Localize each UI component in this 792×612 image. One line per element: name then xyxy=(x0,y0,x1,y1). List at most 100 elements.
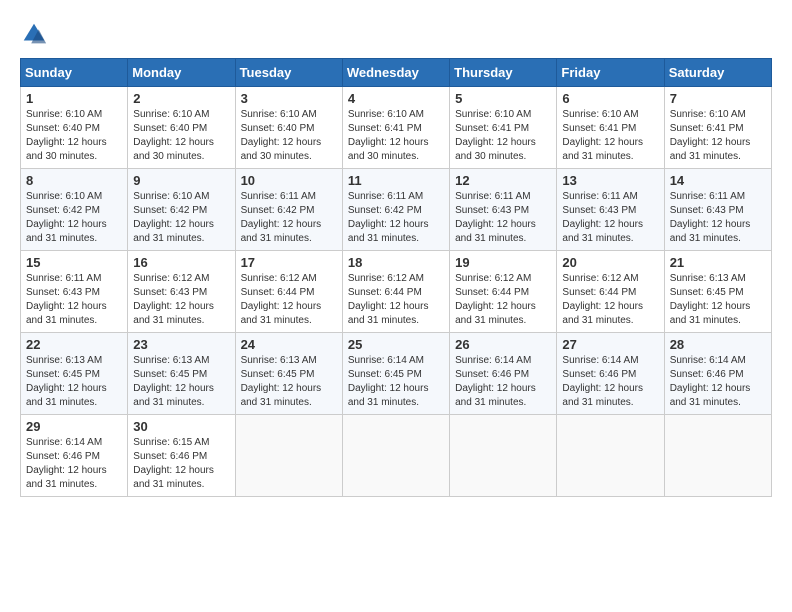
day-number: 8 xyxy=(26,173,122,188)
day-info: Sunrise: 6:14 AM Sunset: 6:46 PM Dayligh… xyxy=(26,436,122,492)
day-number: 24 xyxy=(241,337,337,352)
day-number: 5 xyxy=(455,91,551,106)
day-number: 1 xyxy=(26,91,122,106)
calendar-cell: 16 Sunrise: 6:12 AM Sunset: 6:43 PM Dayl… xyxy=(128,251,235,333)
calendar-cell xyxy=(557,415,664,497)
day-info: Sunrise: 6:12 AM Sunset: 6:44 PM Dayligh… xyxy=(348,272,444,328)
day-number: 17 xyxy=(241,255,337,270)
day-info: Sunrise: 6:12 AM Sunset: 6:44 PM Dayligh… xyxy=(455,272,551,328)
calendar-cell: 7 Sunrise: 6:10 AM Sunset: 6:41 PM Dayli… xyxy=(664,87,771,169)
day-number: 25 xyxy=(348,337,444,352)
calendar-cell: 24 Sunrise: 6:13 AM Sunset: 6:45 PM Dayl… xyxy=(235,333,342,415)
calendar-cell: 22 Sunrise: 6:13 AM Sunset: 6:45 PM Dayl… xyxy=(21,333,128,415)
calendar-header-row: SundayMondayTuesdayWednesdayThursdayFrid… xyxy=(21,59,772,87)
calendar-cell: 20 Sunrise: 6:12 AM Sunset: 6:44 PM Dayl… xyxy=(557,251,664,333)
day-info: Sunrise: 6:13 AM Sunset: 6:45 PM Dayligh… xyxy=(26,354,122,410)
day-info: Sunrise: 6:13 AM Sunset: 6:45 PM Dayligh… xyxy=(670,272,766,328)
day-info: Sunrise: 6:11 AM Sunset: 6:43 PM Dayligh… xyxy=(26,272,122,328)
calendar-cell: 6 Sunrise: 6:10 AM Sunset: 6:41 PM Dayli… xyxy=(557,87,664,169)
day-info: Sunrise: 6:11 AM Sunset: 6:42 PM Dayligh… xyxy=(348,190,444,246)
calendar-cell: 26 Sunrise: 6:14 AM Sunset: 6:46 PM Dayl… xyxy=(450,333,557,415)
day-number: 14 xyxy=(670,173,766,188)
calendar-cell: 21 Sunrise: 6:13 AM Sunset: 6:45 PM Dayl… xyxy=(664,251,771,333)
calendar-cell: 29 Sunrise: 6:14 AM Sunset: 6:46 PM Dayl… xyxy=(21,415,128,497)
calendar-cell: 14 Sunrise: 6:11 AM Sunset: 6:43 PM Dayl… xyxy=(664,169,771,251)
day-number: 21 xyxy=(670,255,766,270)
weekday-header: Wednesday xyxy=(342,59,449,87)
day-number: 11 xyxy=(348,173,444,188)
day-number: 6 xyxy=(562,91,658,106)
calendar-cell: 5 Sunrise: 6:10 AM Sunset: 6:41 PM Dayli… xyxy=(450,87,557,169)
day-info: Sunrise: 6:10 AM Sunset: 6:41 PM Dayligh… xyxy=(670,108,766,164)
day-info: Sunrise: 6:11 AM Sunset: 6:43 PM Dayligh… xyxy=(455,190,551,246)
day-info: Sunrise: 6:14 AM Sunset: 6:46 PM Dayligh… xyxy=(455,354,551,410)
calendar-cell: 15 Sunrise: 6:11 AM Sunset: 6:43 PM Dayl… xyxy=(21,251,128,333)
day-info: Sunrise: 6:10 AM Sunset: 6:40 PM Dayligh… xyxy=(241,108,337,164)
calendar-week-row: 15 Sunrise: 6:11 AM Sunset: 6:43 PM Dayl… xyxy=(21,251,772,333)
day-info: Sunrise: 6:10 AM Sunset: 6:42 PM Dayligh… xyxy=(26,190,122,246)
day-number: 3 xyxy=(241,91,337,106)
day-info: Sunrise: 6:15 AM Sunset: 6:46 PM Dayligh… xyxy=(133,436,229,492)
day-number: 10 xyxy=(241,173,337,188)
calendar-cell: 30 Sunrise: 6:15 AM Sunset: 6:46 PM Dayl… xyxy=(128,415,235,497)
weekday-header: Sunday xyxy=(21,59,128,87)
day-number: 4 xyxy=(348,91,444,106)
day-number: 16 xyxy=(133,255,229,270)
day-number: 12 xyxy=(455,173,551,188)
day-number: 9 xyxy=(133,173,229,188)
calendar-cell: 8 Sunrise: 6:10 AM Sunset: 6:42 PM Dayli… xyxy=(21,169,128,251)
day-info: Sunrise: 6:10 AM Sunset: 6:41 PM Dayligh… xyxy=(562,108,658,164)
calendar-cell: 28 Sunrise: 6:14 AM Sunset: 6:46 PM Dayl… xyxy=(664,333,771,415)
page-header xyxy=(20,20,772,48)
day-info: Sunrise: 6:13 AM Sunset: 6:45 PM Dayligh… xyxy=(133,354,229,410)
day-number: 26 xyxy=(455,337,551,352)
day-number: 23 xyxy=(133,337,229,352)
calendar-cell xyxy=(342,415,449,497)
calendar-cell: 19 Sunrise: 6:12 AM Sunset: 6:44 PM Dayl… xyxy=(450,251,557,333)
day-info: Sunrise: 6:11 AM Sunset: 6:43 PM Dayligh… xyxy=(670,190,766,246)
calendar-cell xyxy=(450,415,557,497)
day-info: Sunrise: 6:12 AM Sunset: 6:43 PM Dayligh… xyxy=(133,272,229,328)
calendar-cell: 27 Sunrise: 6:14 AM Sunset: 6:46 PM Dayl… xyxy=(557,333,664,415)
day-number: 27 xyxy=(562,337,658,352)
weekday-header: Monday xyxy=(128,59,235,87)
weekday-header: Saturday xyxy=(664,59,771,87)
day-info: Sunrise: 6:10 AM Sunset: 6:41 PM Dayligh… xyxy=(455,108,551,164)
day-info: Sunrise: 6:14 AM Sunset: 6:45 PM Dayligh… xyxy=(348,354,444,410)
calendar-week-row: 1 Sunrise: 6:10 AM Sunset: 6:40 PM Dayli… xyxy=(21,87,772,169)
calendar-cell xyxy=(235,415,342,497)
calendar-cell: 13 Sunrise: 6:11 AM Sunset: 6:43 PM Dayl… xyxy=(557,169,664,251)
day-info: Sunrise: 6:13 AM Sunset: 6:45 PM Dayligh… xyxy=(241,354,337,410)
calendar-cell: 10 Sunrise: 6:11 AM Sunset: 6:42 PM Dayl… xyxy=(235,169,342,251)
day-number: 29 xyxy=(26,419,122,434)
day-number: 30 xyxy=(133,419,229,434)
day-number: 7 xyxy=(670,91,766,106)
calendar-cell: 12 Sunrise: 6:11 AM Sunset: 6:43 PM Dayl… xyxy=(450,169,557,251)
calendar-cell: 2 Sunrise: 6:10 AM Sunset: 6:40 PM Dayli… xyxy=(128,87,235,169)
day-info: Sunrise: 6:14 AM Sunset: 6:46 PM Dayligh… xyxy=(670,354,766,410)
calendar-cell: 9 Sunrise: 6:10 AM Sunset: 6:42 PM Dayli… xyxy=(128,169,235,251)
logo xyxy=(20,20,52,48)
calendar-cell: 11 Sunrise: 6:11 AM Sunset: 6:42 PM Dayl… xyxy=(342,169,449,251)
calendar-cell: 23 Sunrise: 6:13 AM Sunset: 6:45 PM Dayl… xyxy=(128,333,235,415)
calendar-cell: 3 Sunrise: 6:10 AM Sunset: 6:40 PM Dayli… xyxy=(235,87,342,169)
day-info: Sunrise: 6:10 AM Sunset: 6:41 PM Dayligh… xyxy=(348,108,444,164)
day-number: 18 xyxy=(348,255,444,270)
day-info: Sunrise: 6:10 AM Sunset: 6:40 PM Dayligh… xyxy=(26,108,122,164)
calendar-week-row: 22 Sunrise: 6:13 AM Sunset: 6:45 PM Dayl… xyxy=(21,333,772,415)
day-number: 19 xyxy=(455,255,551,270)
day-info: Sunrise: 6:11 AM Sunset: 6:42 PM Dayligh… xyxy=(241,190,337,246)
calendar-cell: 25 Sunrise: 6:14 AM Sunset: 6:45 PM Dayl… xyxy=(342,333,449,415)
calendar-cell xyxy=(664,415,771,497)
weekday-header: Tuesday xyxy=(235,59,342,87)
day-info: Sunrise: 6:10 AM Sunset: 6:40 PM Dayligh… xyxy=(133,108,229,164)
day-number: 28 xyxy=(670,337,766,352)
calendar-cell: 4 Sunrise: 6:10 AM Sunset: 6:41 PM Dayli… xyxy=(342,87,449,169)
day-info: Sunrise: 6:11 AM Sunset: 6:43 PM Dayligh… xyxy=(562,190,658,246)
day-number: 2 xyxy=(133,91,229,106)
day-number: 20 xyxy=(562,255,658,270)
day-number: 22 xyxy=(26,337,122,352)
logo-icon xyxy=(20,20,48,48)
weekday-header: Thursday xyxy=(450,59,557,87)
calendar-week-row: 29 Sunrise: 6:14 AM Sunset: 6:46 PM Dayl… xyxy=(21,415,772,497)
